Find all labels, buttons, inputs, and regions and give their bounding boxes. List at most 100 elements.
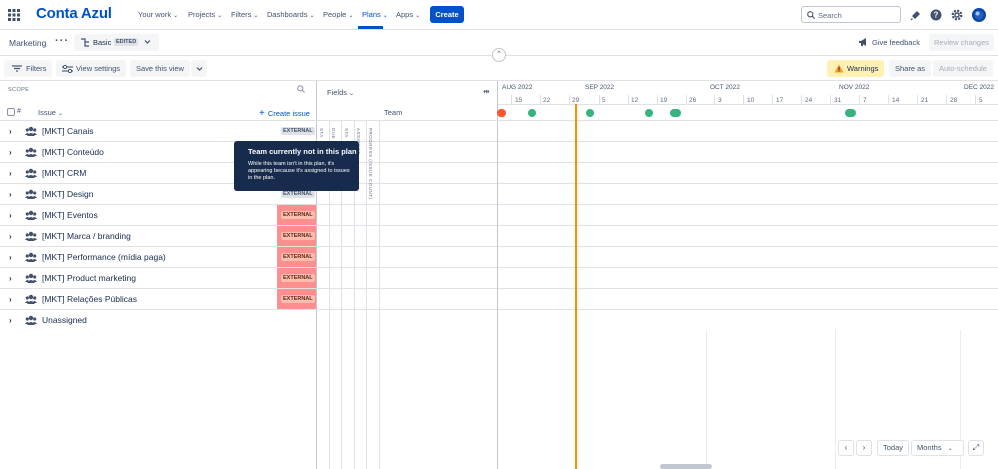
milestone-marker[interactable] [528,109,536,117]
scenario-icon [80,38,90,47]
horizontal-scrollbar[interactable] [660,464,712,469]
milestone-marker[interactable] [670,109,681,117]
external-badge[interactable]: EXTERNAL [281,253,315,261]
timescale-select[interactable]: Months ⌄ [911,440,964,456]
chevron-right-icon[interactable]: › [9,169,12,178]
external-badge[interactable]: EXTERNAL [281,274,315,282]
team-row[interactable]: › [MKT] Product marketing EXTERNAL [0,268,380,289]
external-badge[interactable]: EXTERNAL [281,232,315,240]
field-header-progress[interactable]: PROGRESS (ISSUE COUNT) [368,128,373,200]
chevron-right-icon[interactable]: › [9,316,12,325]
settings-gear-icon[interactable] [951,9,963,21]
team-name[interactable]: [MKT] Product marketing [42,273,136,283]
chevron-down-icon: ⌄ [58,111,64,117]
scroll-right-button[interactable]: › [856,440,872,456]
team-icon [25,210,37,220]
team-row[interactable]: › [MKT] Performance (mídia paga) EXTERNA… [0,247,380,268]
help-icon[interactable]: ? [930,9,942,21]
nav-your-work[interactable]: Your work ⌄ [138,10,178,19]
nav-plans[interactable]: Plans ⌄ [362,10,388,19]
chevron-right-icon[interactable]: › [9,127,12,136]
warnings-button[interactable]: Warnings [827,60,885,77]
team-name[interactable]: [MKT] Canais [42,126,94,136]
chevron-right-icon[interactable]: › [9,211,12,220]
nav-people[interactable]: People ⌄ [323,10,353,19]
timeline-divider[interactable] [497,81,498,469]
app-switcher-icon[interactable] [8,9,20,21]
chevron-down-icon [196,66,203,72]
search-icon[interactable] [297,85,305,93]
team-name[interactable]: [MKT] Design [42,189,94,199]
milestone-marker[interactable] [645,109,653,117]
team-name[interactable]: [MKT] CRM [42,168,86,178]
month-label: AUG 2022 [502,84,533,91]
field-header-due[interactable]: DUE [331,128,336,139]
chevron-right-icon[interactable]: › [9,190,12,199]
chevron-right-icon[interactable]: › [9,253,12,262]
chevron-right-icon[interactable]: › [9,232,12,241]
field-header-status[interactable]: STA [344,128,349,138]
day-tick [772,95,773,105]
warning-marker[interactable] [497,109,506,117]
chevron-right-icon[interactable]: › [9,295,12,304]
chevron-right-icon[interactable]: › [9,148,12,157]
auto-schedule-button[interactable]: Auto-schedule [933,60,993,77]
nav-dashboards[interactable]: Dashboards ⌄ [267,10,314,19]
fields-dropdown[interactable]: Fields ⌄ [327,88,354,97]
save-view-button[interactable]: Save this view [130,60,190,77]
field-header-start[interactable]: STA [319,128,324,138]
team-name[interactable]: [MKT] Conteúdo [42,147,104,157]
save-view-options-button[interactable] [191,60,207,77]
external-badge[interactable]: EXTERNAL [281,211,315,219]
team-name[interactable]: [MKT] Marca / branding [42,231,131,241]
select-all-checkbox[interactable] [7,108,15,116]
expand-columns-icon[interactable]: ⇹ [483,87,490,96]
day-tick [830,95,831,105]
external-badge[interactable]: EXTERNAL [281,190,315,198]
view-settings-button[interactable]: View settings [56,60,127,77]
fields-label: Fields [327,88,348,97]
share-as-button[interactable]: Share as [889,60,932,77]
plan-title[interactable]: Marketing [9,38,46,48]
give-feedback-button[interactable]: Give feedback [872,38,920,47]
external-badge[interactable]: EXTERNAL [281,127,315,135]
scenario-selector[interactable]: Basic EDITED [74,34,159,51]
day-tick [743,95,744,105]
create-button[interactable]: Create [430,6,464,23]
user-avatar[interactable] [972,8,986,22]
milestone-marker[interactable] [845,109,856,117]
day-tick [917,95,918,105]
scroll-left-button[interactable]: ‹ [838,440,854,456]
team-row[interactable]: › Unassigned [0,310,380,331]
timeline-header-rule [498,104,998,105]
team-name[interactable]: [MKT] Eventos [42,210,98,220]
team-name[interactable]: [MKT] Performance (mídia paga) [42,252,166,262]
notifications-icon[interactable] [910,9,922,21]
day-label: 3 [718,97,722,104]
search-input[interactable]: Search [801,6,901,23]
nav-projects[interactable]: Projects ⌄ [188,10,222,19]
review-changes-button[interactable]: Review changes [929,34,994,51]
site-logo[interactable]: Conta Azul [36,5,112,22]
team-name[interactable]: [MKT] Relações Públicas [42,294,137,304]
nav-filters[interactable]: Filters ⌄ [231,10,258,19]
tooltip-body: While this team isn't in this plan, it's… [248,161,350,181]
more-actions-icon[interactable]: ··· [55,35,69,47]
chevron-right-icon[interactable]: › [9,274,12,283]
external-badge[interactable]: EXTERNAL [281,295,315,303]
chevron-down-icon: ⌄ [382,13,388,19]
filters-button[interactable]: Filters [4,60,53,77]
team-icon [25,189,37,199]
team-row[interactable]: › [MKT] Eventos EXTERNAL [0,205,380,226]
nav-apps[interactable]: Apps ⌄ [396,10,420,19]
team-name[interactable]: Unassigned [42,315,87,325]
create-issue-button[interactable]: + Create issue [259,108,310,119]
issue-column-header[interactable]: Issue ⌄ [38,108,63,117]
fullscreen-icon[interactable]: ⤢ [968,440,984,456]
team-row[interactable]: › [MKT] Relações Públicas EXTERNAL [0,289,380,310]
nav-label: Dashboards [267,10,308,19]
day-tick [657,95,658,105]
milestone-marker[interactable] [586,109,594,117]
today-button[interactable]: Today [877,440,910,456]
team-row[interactable]: › [MKT] Marca / branding EXTERNAL [0,226,380,247]
